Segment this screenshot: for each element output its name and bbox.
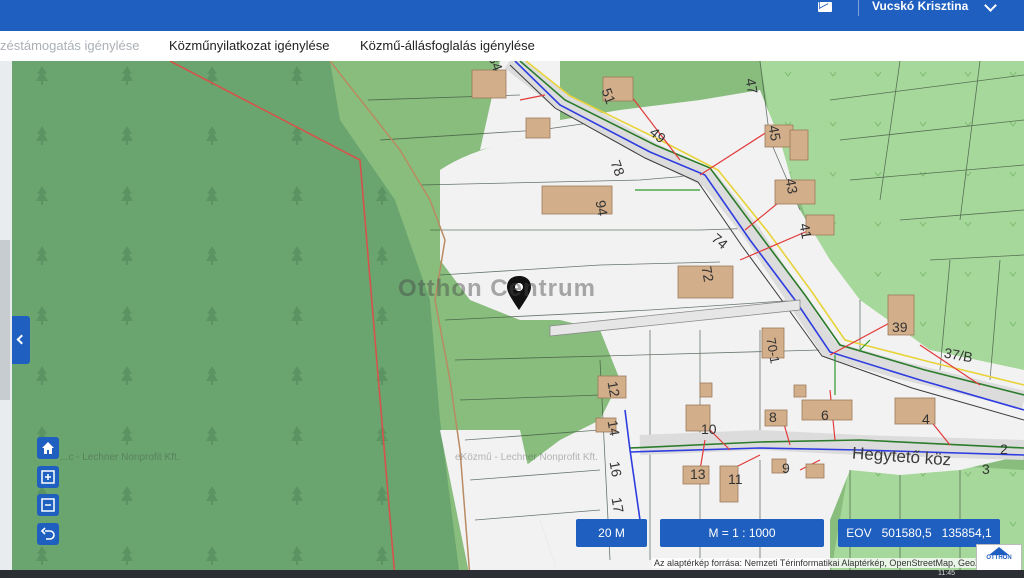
lot-label: 45 — [765, 123, 785, 143]
top-bar: Vucskó Krisztina — [0, 0, 1024, 31]
map-watermark: Otthon Centrum — [398, 275, 596, 302]
header-divider — [858, 0, 859, 16]
lot-label: 13 — [690, 466, 706, 482]
scale-ratio: M = 1 : 1000 — [660, 519, 824, 547]
lot-label: 16 — [606, 459, 626, 479]
lot-label: 8 — [769, 409, 777, 425]
lot-label: 47 — [742, 76, 762, 96]
lot-label: 10 — [701, 421, 717, 437]
lot-label: 94 — [592, 198, 612, 218]
lot-label: 6 — [821, 407, 829, 423]
scale-bar: 20 M — [576, 519, 647, 547]
zoom-out-icon — [41, 498, 55, 512]
scrollbar-thumb[interactable] — [0, 240, 10, 400]
clock: 11:45 — [938, 570, 955, 577]
tab-bar: zéstámogatás igénylése Közműnyilatkozat … — [0, 31, 1024, 62]
lot-label: 41 — [796, 221, 816, 241]
lot-label: 3 — [982, 461, 990, 477]
back-button[interactable] — [37, 523, 59, 545]
home-icon — [42, 442, 54, 454]
taskbar — [0, 570, 1024, 578]
tab-tamogatas[interactable]: zéstámogatás igénylése — [0, 38, 139, 53]
zoom-in-icon — [41, 470, 55, 484]
faint-credit-right: eKözmű - Lechner Nonprofit Kft. — [455, 452, 598, 463]
undo-icon — [40, 527, 55, 540]
chevron-left-icon — [16, 334, 27, 345]
lot-label: 9 — [782, 460, 790, 476]
collapse-panel-button[interactable] — [12, 316, 30, 364]
zoom-out-button[interactable] — [37, 494, 59, 516]
lot-label: 4 — [922, 411, 930, 427]
zoom-in-button[interactable] — [37, 466, 59, 488]
map-attribution: Az alaptérkép forrása: Nemzeti Térinform… — [652, 558, 978, 568]
map-canvas[interactable]: Otthon Centrum ...c - Lechner Nonprofit … — [12, 61, 1024, 578]
envelope-icon[interactable] — [818, 2, 832, 12]
logo-text: OTTHON — [986, 555, 1012, 561]
lot-label: 43 — [782, 176, 802, 196]
lot-label: 39 — [892, 319, 908, 335]
faint-credit-left: ...c - Lechner Nonprofit Kft. — [60, 452, 180, 463]
lot-label: 14 — [604, 418, 624, 438]
chevron-down-icon[interactable] — [984, 0, 997, 12]
map-svg[interactable] — [12, 61, 1024, 578]
lot-label: 11 — [728, 471, 743, 487]
lot-label: 2 — [1000, 441, 1008, 457]
coordinates-readout: EOV 501580,5 135854,1 — [838, 519, 1000, 547]
tab-kozmunyilatkozat[interactable]: Közműnyilatkozat igénylése — [169, 38, 329, 53]
lot-label: 17 — [608, 495, 628, 515]
user-name[interactable]: Vucskó Krisztina — [872, 0, 968, 13]
tab-kozmu-allasfoglalas[interactable]: Közmű-állásfoglalás igénylése — [360, 38, 535, 53]
lot-label: 12 — [604, 379, 624, 399]
lot-label: 72 — [698, 264, 718, 284]
home-button[interactable] — [37, 437, 59, 459]
